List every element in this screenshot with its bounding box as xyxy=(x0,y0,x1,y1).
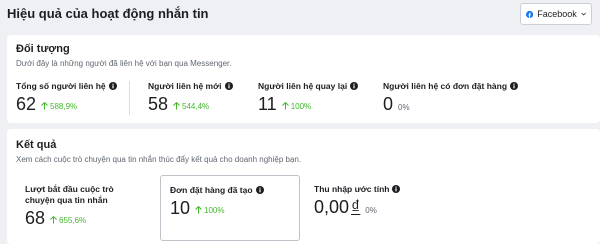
metric-change-text: 100% xyxy=(290,101,312,111)
arrow-up-icon xyxy=(50,216,57,224)
divider xyxy=(129,81,130,115)
metric-label: Người liên hệ có đơn đặt hàng xyxy=(383,81,508,91)
audience-card: Đối tượng Dưới đây là những người đã liê… xyxy=(7,35,600,123)
results-title: Kết quả xyxy=(16,139,57,151)
orders-created-card[interactable]: Đơn đặt hàng đã tạo 10 100% xyxy=(160,175,300,241)
info-icon[interactable] xyxy=(510,82,519,90)
metric-value: 11 xyxy=(258,94,277,114)
arrow-up-icon xyxy=(41,102,48,110)
platform-dropdown[interactable]: Facebook xyxy=(520,3,592,25)
metric-change: 0% xyxy=(365,206,377,215)
metric-label: Đơn đặt hàng đã tạo xyxy=(170,185,253,195)
arrow-up-icon xyxy=(173,102,180,110)
currency-symbol: ₫ xyxy=(351,197,361,217)
metric-label: Người liên hệ mới xyxy=(148,81,222,91)
metric-change: 544,4% xyxy=(173,102,209,111)
results-card: Kết quả Xem cách cuộc trò chuyện qua tin… xyxy=(7,129,600,244)
info-icon[interactable] xyxy=(224,82,233,90)
platform-label: Facebook xyxy=(537,9,577,19)
metric-new-contacts: Người liên hệ mới 58 544,4% xyxy=(148,81,233,114)
metric-change: 100% xyxy=(195,205,225,215)
metric-contacts-with-orders: Người liên hệ có đơn đặt hàng 0 0% xyxy=(383,81,519,114)
arrow-up-icon xyxy=(281,102,289,110)
metric-change-text: 100% xyxy=(204,205,225,215)
info-icon[interactable] xyxy=(392,185,401,193)
metric-value: 0,00 xyxy=(314,197,350,217)
arrow-up-icon xyxy=(195,206,202,214)
metric-value: 58 xyxy=(148,94,169,114)
audience-title: Đối tượng xyxy=(16,43,70,55)
metric-value: 10 xyxy=(170,198,191,218)
metric-label: Lượt bắt đầu cuộc trò chuyện qua tin nhắ… xyxy=(25,184,114,205)
metric-change: 588,9% xyxy=(41,102,77,111)
metric-total-contacts: Tổng số người liên hệ 62 588,9% xyxy=(16,81,117,114)
metric-change: 655,6% xyxy=(50,216,86,225)
metric-label: Thu nhập ước tính xyxy=(314,184,390,194)
metric-returning-contacts: Người liên hệ quay lại 11 100% xyxy=(258,81,359,114)
metric-change: 0% xyxy=(398,103,410,112)
info-icon[interactable] xyxy=(350,82,359,90)
metric-change-text: 0% xyxy=(398,103,410,112)
results-description: Xem cách cuộc trò chuyện qua tin nhắn th… xyxy=(16,155,302,164)
metric-change-text: 544,4% xyxy=(182,101,210,111)
metric-orders-created: Đơn đặt hàng đã tạo 10 100% xyxy=(170,185,264,218)
metric-label: Tổng số người liên hệ xyxy=(16,81,106,91)
metric-value: 62 xyxy=(16,94,37,114)
metric-change-text: 0% xyxy=(365,206,377,215)
metric-value: 0 xyxy=(383,94,394,114)
metric-change: 100% xyxy=(281,101,312,111)
metric-value: 68 xyxy=(25,208,46,228)
info-icon[interactable] xyxy=(108,82,117,90)
metric-estimated-revenue: Thu nhập ước tính 0,00 ₫ 0% xyxy=(314,184,401,217)
page-title: Hiệu quả của hoạt động nhắn tin xyxy=(7,6,209,21)
audience-description: Dưới đây là những người đã liên hệ với b… xyxy=(16,59,232,68)
facebook-icon xyxy=(526,10,534,18)
metric-label: Người liên hệ quay lại xyxy=(258,81,348,91)
header-bar: Hiệu quả của hoạt động nhắn tin Facebook xyxy=(0,0,600,30)
metric-change-text: 655,6% xyxy=(59,215,87,225)
chevron-down-icon xyxy=(581,12,586,16)
metric-conversations-started: Lượt bắt đầu cuộc trò chuyện qua tin nhắ… xyxy=(25,184,145,228)
metric-change-text: 588,9% xyxy=(50,101,78,111)
info-icon[interactable] xyxy=(255,186,264,194)
